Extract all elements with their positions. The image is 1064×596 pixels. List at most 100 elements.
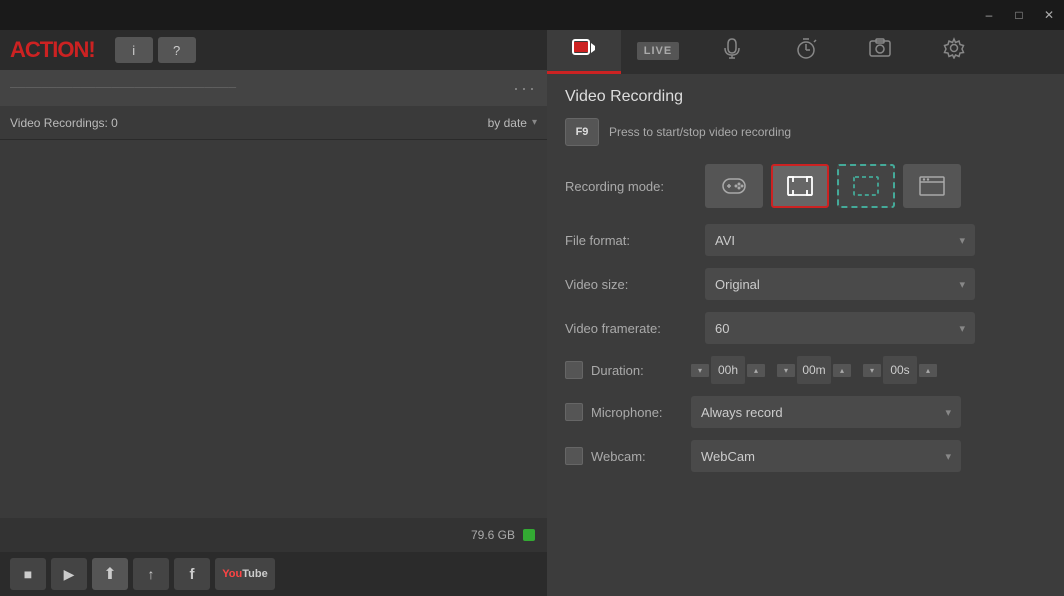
upload-icon: ⬆ bbox=[103, 564, 116, 584]
tab-timer[interactable] bbox=[769, 30, 843, 74]
webcam-checkbox[interactable] bbox=[565, 447, 583, 465]
stop-button[interactable]: ■ bbox=[10, 558, 46, 590]
video-size-arrow-icon: ▾ bbox=[959, 278, 965, 291]
tab-settings[interactable] bbox=[917, 30, 991, 74]
tab-video-recording[interactable] bbox=[547, 30, 621, 74]
mode-gamepad-button[interactable] bbox=[705, 164, 763, 208]
video-size-label: Video size: bbox=[565, 277, 705, 292]
logo-info-btns: i ? bbox=[115, 37, 196, 63]
logo-a: A bbox=[10, 37, 25, 62]
play-icon: ▶ bbox=[64, 566, 75, 583]
export-button[interactable]: ↑ bbox=[133, 558, 169, 590]
duration-hours-group: ▾ bbox=[691, 364, 709, 377]
tab-live[interactable]: LIVE bbox=[621, 30, 695, 74]
audio-icon bbox=[722, 37, 742, 64]
close-button[interactable]: ✕ bbox=[1034, 0, 1064, 30]
recordings-count-label: Video Recordings: 0 bbox=[10, 116, 118, 130]
microphone-arrow-icon: ▾ bbox=[945, 406, 951, 419]
video-framerate-label: Video framerate: bbox=[565, 321, 705, 336]
microphone-checkbox[interactable] bbox=[565, 403, 583, 421]
panel-title: Video Recording bbox=[565, 88, 1046, 106]
file-format-dropdown[interactable]: AVI ▾ bbox=[705, 224, 975, 256]
minimize-button[interactable]: – bbox=[974, 0, 1004, 30]
app-logo: ACTION! bbox=[10, 37, 95, 63]
screenshot-icon bbox=[869, 38, 891, 63]
sort-button[interactable]: by date ▾ bbox=[488, 116, 537, 130]
logo-exclaim: ! bbox=[88, 37, 94, 62]
file-format-row: File format: AVI ▾ bbox=[565, 224, 1046, 256]
duration-seconds-up[interactable]: ▴ bbox=[919, 364, 937, 377]
filter-bar: ───────────────────────────── ··· bbox=[0, 70, 547, 106]
duration-seconds-value: 00s bbox=[883, 356, 917, 384]
video-framerate-dropdown[interactable]: 60 ▾ bbox=[705, 312, 975, 344]
maximize-button[interactable]: □ bbox=[1004, 0, 1034, 30]
recording-mode-label: Recording mode: bbox=[565, 179, 705, 194]
video-framerate-arrow-icon: ▾ bbox=[959, 322, 965, 335]
logo-bar: ACTION! i ? bbox=[0, 30, 547, 70]
file-format-arrow-icon: ▾ bbox=[959, 234, 965, 247]
duration-hours-value: 00h bbox=[711, 356, 745, 384]
settings-icon bbox=[943, 37, 965, 64]
duration-minutes-value: 00m bbox=[797, 356, 831, 384]
file-format-label: File format: bbox=[565, 233, 705, 248]
webcam-row: Webcam: WebCam ▾ bbox=[565, 440, 1046, 472]
duration-hours-up-group: ▴ bbox=[747, 364, 765, 377]
tab-bar: LIVE bbox=[547, 30, 1064, 74]
mode-region-button[interactable] bbox=[837, 164, 895, 208]
webcam-value: WebCam bbox=[701, 449, 755, 464]
mode-window-button[interactable] bbox=[903, 164, 961, 208]
mode-fullscreen-button[interactable] bbox=[771, 164, 829, 208]
duration-controls: ▾ 00h ▴ ▾ 00m ▴ ▾ 0 bbox=[691, 356, 937, 384]
left-panel: ACTION! i ? ────────────────────────────… bbox=[0, 30, 547, 596]
video-size-dropdown[interactable]: Original ▾ bbox=[705, 268, 975, 300]
recording-mode-buttons bbox=[705, 164, 961, 208]
hotkey-row: F9 Press to start/stop video recording bbox=[565, 118, 1046, 146]
storage-indicator bbox=[523, 529, 535, 541]
info-button[interactable]: i bbox=[115, 37, 153, 63]
duration-minutes-down[interactable]: ▾ bbox=[777, 364, 795, 377]
recording-mode-row: Recording mode: bbox=[565, 164, 1046, 208]
video-framerate-value: 60 bbox=[715, 321, 729, 336]
tab-audio[interactable] bbox=[695, 30, 769, 74]
microphone-label: Microphone: bbox=[591, 405, 683, 420]
bottom-toolbar: ■ ▶ ⬆ ↑ f YouTube bbox=[0, 552, 547, 596]
duration-seconds-down[interactable]: ▾ bbox=[863, 364, 881, 377]
stop-icon: ■ bbox=[24, 566, 32, 582]
storage-bar: 79.6 GB bbox=[0, 518, 547, 552]
duration-row: Duration: ▾ 00h ▴ ▾ 00m ▴ bbox=[565, 356, 1046, 384]
file-format-value: AVI bbox=[715, 233, 735, 248]
youtube-icon: You bbox=[222, 568, 242, 580]
microphone-dropdown[interactable]: Always record ▾ bbox=[691, 396, 961, 428]
duration-hours-up[interactable]: ▴ bbox=[747, 364, 765, 377]
webcam-label: Webcam: bbox=[591, 449, 683, 464]
filter-text: ───────────────────────────── bbox=[10, 82, 513, 94]
youtube-button[interactable]: YouTube bbox=[215, 558, 275, 590]
microphone-row: Microphone: Always record ▾ bbox=[565, 396, 1046, 428]
facebook-icon: f bbox=[190, 566, 195, 583]
webcam-dropdown[interactable]: WebCam ▾ bbox=[691, 440, 961, 472]
duration-checkbox[interactable] bbox=[565, 361, 583, 379]
webcam-arrow-icon: ▾ bbox=[945, 450, 951, 463]
right-panel: LIVE bbox=[547, 30, 1064, 596]
video-size-value: Original bbox=[715, 277, 760, 292]
f9-key: F9 bbox=[565, 118, 599, 146]
more-options-button[interactable]: ··· bbox=[513, 78, 537, 99]
recordings-content-area bbox=[0, 140, 547, 518]
titlebar: – □ ✕ bbox=[0, 0, 1064, 30]
upload-button[interactable]: ⬆ bbox=[92, 558, 128, 590]
export-icon: ↑ bbox=[148, 566, 155, 582]
help-button[interactable]: ? bbox=[158, 37, 196, 63]
duration-hours-down[interactable]: ▾ bbox=[691, 364, 709, 377]
duration-minutes-up[interactable]: ▴ bbox=[833, 364, 851, 377]
sort-label: by date bbox=[488, 116, 527, 130]
recordings-bar: Video Recordings: 0 by date ▾ bbox=[0, 106, 547, 140]
video-framerate-row: Video framerate: 60 ▾ bbox=[565, 312, 1046, 344]
facebook-button[interactable]: f bbox=[174, 558, 210, 590]
play-button[interactable]: ▶ bbox=[51, 558, 87, 590]
tab-screenshot[interactable] bbox=[843, 30, 917, 74]
hotkey-description: Press to start/stop video recording bbox=[609, 125, 791, 139]
storage-label: 79.6 GB bbox=[471, 528, 515, 542]
microphone-value: Always record bbox=[701, 405, 783, 420]
live-badge: LIVE bbox=[637, 42, 679, 60]
video-size-row: Video size: Original ▾ bbox=[565, 268, 1046, 300]
